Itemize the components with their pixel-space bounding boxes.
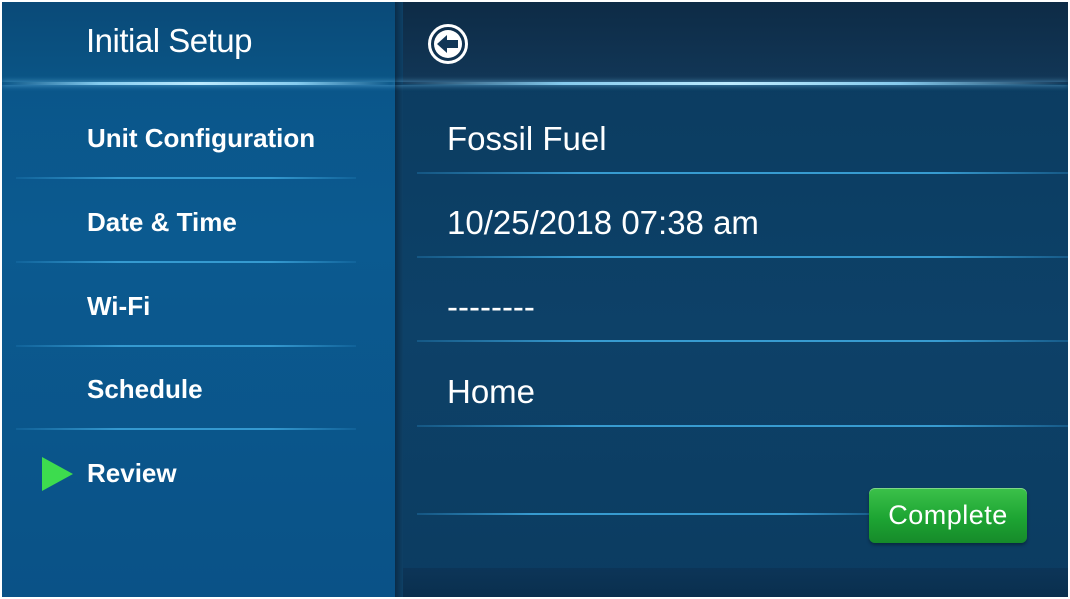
review-row-wifi[interactable]: --------: [403, 258, 1068, 342]
sidebar-item-label: Wi-Fi: [87, 291, 151, 321]
main-header: [403, 2, 1068, 84]
sidebar-item-wifi[interactable]: Wi-Fi: [2, 263, 395, 347]
date-time-value: 10/25/2018 07:38 am: [447, 204, 759, 241]
divider: [417, 340, 1068, 342]
review-row-unit-configuration[interactable]: Fossil Fuel: [403, 90, 1068, 174]
back-arrow-circle-icon: [428, 24, 468, 64]
unit-configuration-value: Fossil Fuel: [447, 120, 607, 157]
device-screen: Initial Setup Unit Configuration Date & …: [2, 2, 1068, 597]
sidebar-item-schedule[interactable]: Schedule: [2, 346, 395, 430]
sidebar-item-unit-configuration[interactable]: Unit Configuration: [2, 95, 395, 179]
panel-separator: [395, 2, 403, 597]
back-button[interactable]: [427, 23, 469, 65]
review-row-date-time[interactable]: 10/25/2018 07:38 am: [403, 174, 1068, 258]
sidebar-item-label: Date & Time: [87, 207, 237, 237]
complete-button[interactable]: Complete: [869, 488, 1027, 543]
sidebar-item-label: Schedule: [87, 374, 203, 404]
page-title: Initial Setup: [86, 22, 252, 59]
sidebar-item-review[interactable]: Review: [2, 430, 395, 514]
active-arrow-icon: [42, 457, 73, 491]
bottom-strip: [403, 568, 1068, 597]
sidebar-item-label: Unit Configuration: [87, 123, 316, 153]
sidebar-item-label: Review: [87, 458, 177, 488]
header-glow-divider: [2, 82, 395, 85]
divider: [417, 513, 877, 515]
wifi-value: --------: [447, 288, 535, 325]
divider: [417, 425, 1068, 427]
sidebar-header: Initial Setup: [2, 2, 395, 84]
sidebar-item-date-time[interactable]: Date & Time: [2, 179, 395, 263]
sidebar: Initial Setup Unit Configuration Date & …: [2, 2, 395, 597]
header-glow-divider: [395, 82, 1068, 85]
schedule-value: Home: [447, 373, 536, 410]
review-row-schedule[interactable]: Home: [403, 343, 1068, 427]
review-panel: Fossil Fuel 10/25/2018 07:38 am --------…: [395, 2, 1068, 597]
